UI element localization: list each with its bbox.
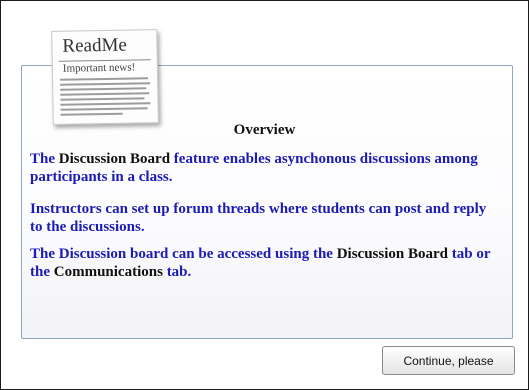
term-communications-tab: Communications <box>53 264 163 280</box>
readme-document-icon: ReadMe Important news! <box>51 29 159 125</box>
term-discussion-board: Discussion Board <box>58 151 171 167</box>
paragraph-discussion-board: The Discussion Board feature enables asy… <box>30 150 500 186</box>
paragraph-instructors: Instructors can set up forum threads whe… <box>30 201 487 235</box>
paragraph-text: tab. <box>162 264 192 280</box>
paragraph-access: The Discussion board can be accessed usi… <box>30 245 500 281</box>
section-heading: Overview <box>233 122 296 138</box>
paragraph-text: The <box>30 151 59 167</box>
readme-title: ReadMe <box>62 34 128 57</box>
continue-button[interactable]: Continue, please <box>382 346 515 375</box>
paragraph-text: The Discussion board can be accessed usi… <box>30 246 337 262</box>
term-discussion-board-tab: Discussion Board <box>336 246 448 262</box>
readme-text-lines <box>60 77 151 119</box>
readme-subtitle: Important news! <box>62 61 136 75</box>
